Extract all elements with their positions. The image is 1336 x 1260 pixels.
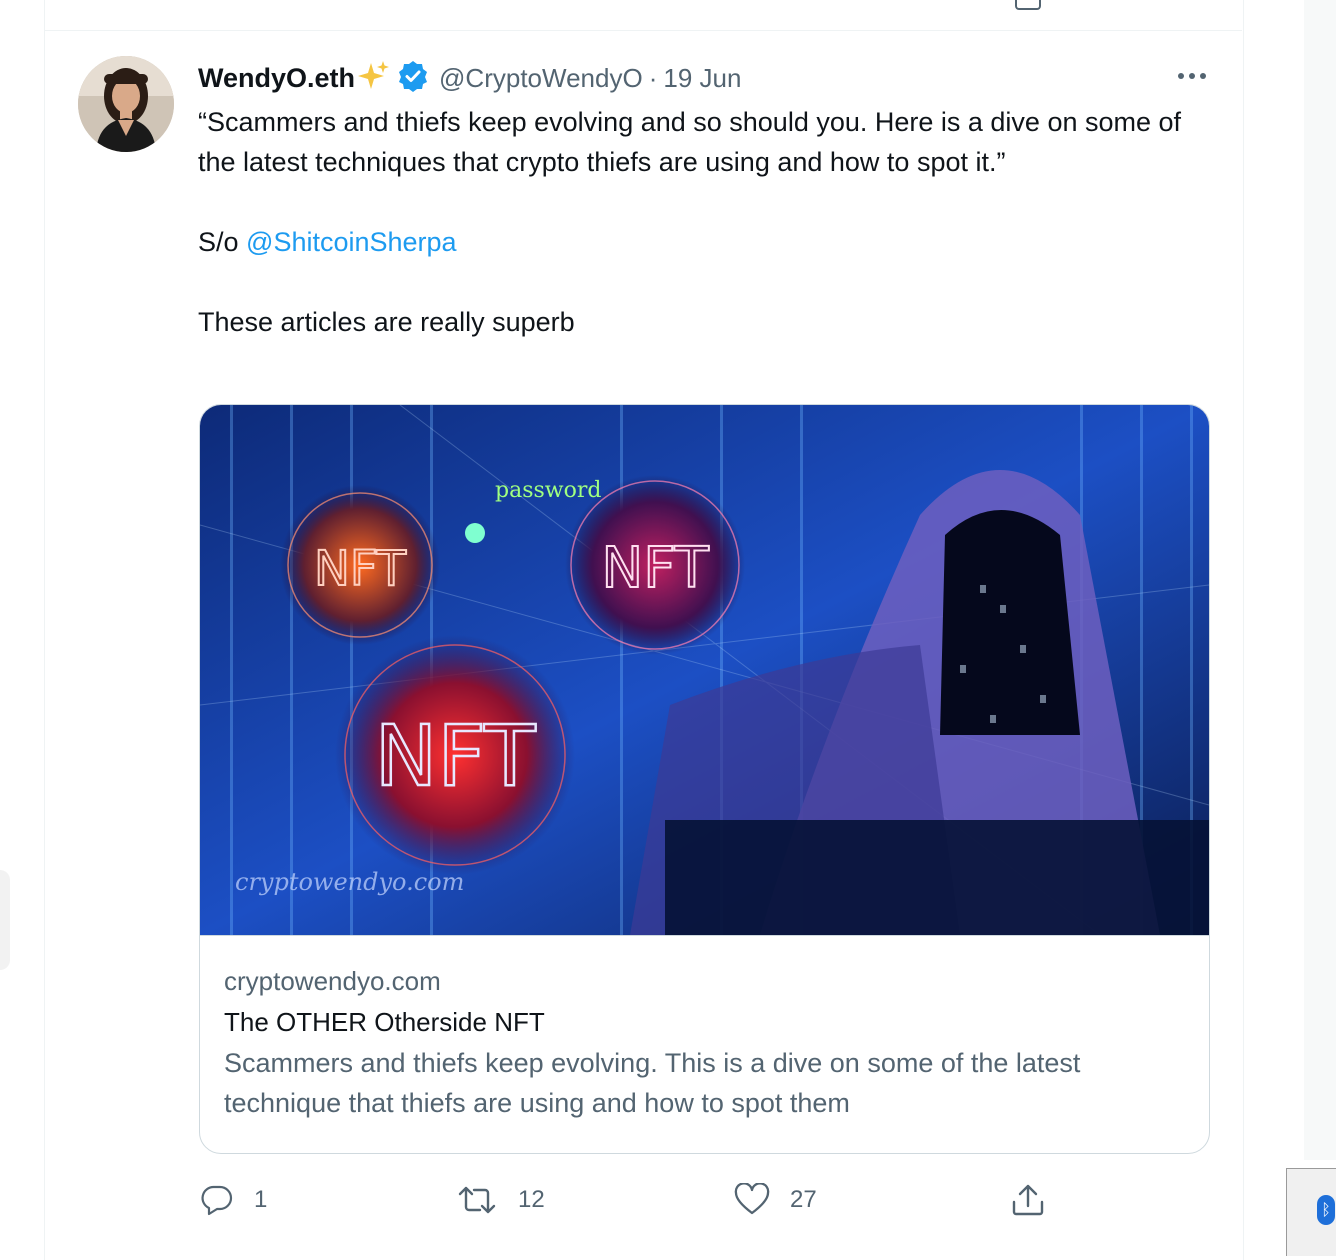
card-image[interactable]: NFT NFT NFT password cryptowendyo.com (200, 405, 1209, 936)
share-icon[interactable] (1015, 0, 1041, 10)
tweet-quote: “Scammers and thiefs keep evolving and s… (198, 107, 1182, 177)
tweet-date[interactable]: 19 Jun (663, 63, 741, 94)
bluetooth-icon[interactable]: ᛒ (1317, 1195, 1335, 1225)
card-description: Scammers and thiefs keep evolving. This … (224, 1048, 1081, 1118)
sidebar-edge (1304, 0, 1336, 1160)
card-domain: cryptowendyo.com (224, 966, 441, 996)
scroll-shadow (0, 870, 10, 970)
reply-icon (201, 1185, 233, 1216)
more-icon[interactable] (1176, 66, 1208, 86)
like-icon (734, 1183, 770, 1215)
nft-label-1: NFT (314, 541, 407, 597)
share-button[interactable] (1010, 1178, 1046, 1222)
tweet-header: WendyO.eth @CryptoWendyO · 19 Jun (198, 58, 741, 98)
retweet-button[interactable]: 12 (456, 1178, 545, 1222)
retweet-count: 12 (518, 1186, 545, 1213)
tweet-text: “Scammers and thiefs keep evolving and s… (198, 102, 1208, 342)
card-meta: cryptowendyo.com The OTHER Otherside NFT… (224, 961, 1184, 1123)
watermark: cryptowendyo.com (235, 868, 464, 896)
verified-icon (397, 60, 429, 97)
tweet-shoutout: S/o @ShitcoinSherpa (198, 222, 1208, 262)
tweet-actions: 1 12 27 (198, 1178, 1218, 1222)
reply-button[interactable]: 1 (200, 1178, 267, 1222)
header-separator: · (648, 62, 658, 93)
reply-count: 1 (254, 1186, 268, 1213)
card-title: The OTHER Otherside NFT (224, 1007, 545, 1037)
shoutout-prefix: S/o (198, 227, 247, 257)
nft-label-3: NFT (375, 707, 537, 805)
link-card[interactable]: NFT NFT NFT password cryptowendyo.com cr… (199, 404, 1210, 1154)
previous-tweet-actions (45, 0, 1243, 28)
avatar-image (78, 56, 174, 152)
like-button[interactable]: 27 (734, 1178, 817, 1222)
tweet-closing: These articles are really superb (198, 307, 575, 337)
retweet-icon (458, 1186, 496, 1214)
author-name[interactable]: WendyO.eth (198, 63, 355, 94)
mention-link[interactable]: @ShitcoinSherpa (246, 227, 457, 257)
like-count: 27 (790, 1186, 817, 1213)
share-icon (1012, 1184, 1044, 1216)
author-handle[interactable]: @CryptoWendyO (439, 63, 643, 94)
password-label: password (495, 478, 601, 503)
sparkles-icon (357, 59, 391, 98)
tweet-divider (44, 30, 1242, 31)
nft-label-2: NFT (601, 536, 709, 601)
avatar[interactable] (78, 56, 174, 152)
